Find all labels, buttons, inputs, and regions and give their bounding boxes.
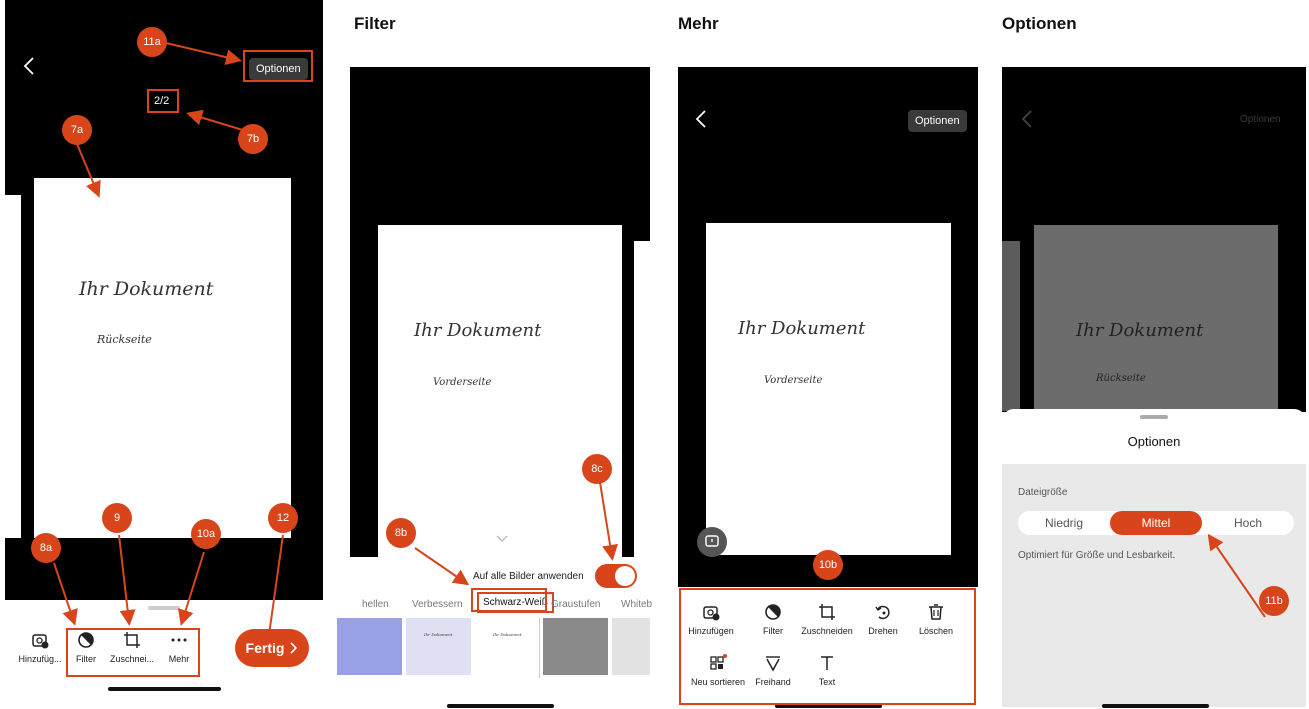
badge-8a: 8a	[31, 533, 61, 563]
badge-8b: 8b	[386, 518, 416, 548]
badge-10a: 10a	[191, 519, 221, 549]
badge-9: 9	[102, 503, 132, 533]
badge-7a: 7a	[62, 115, 92, 145]
badge-12: 12	[268, 503, 298, 533]
badge-11b: 11b	[1259, 586, 1289, 616]
badge-11a: 11a	[137, 27, 167, 57]
badge-8c: 8c	[582, 454, 612, 484]
badge-10b: 10b	[813, 550, 843, 580]
annotation-arrows	[53, 42, 1266, 646]
badge-7b: 7b	[238, 124, 268, 154]
